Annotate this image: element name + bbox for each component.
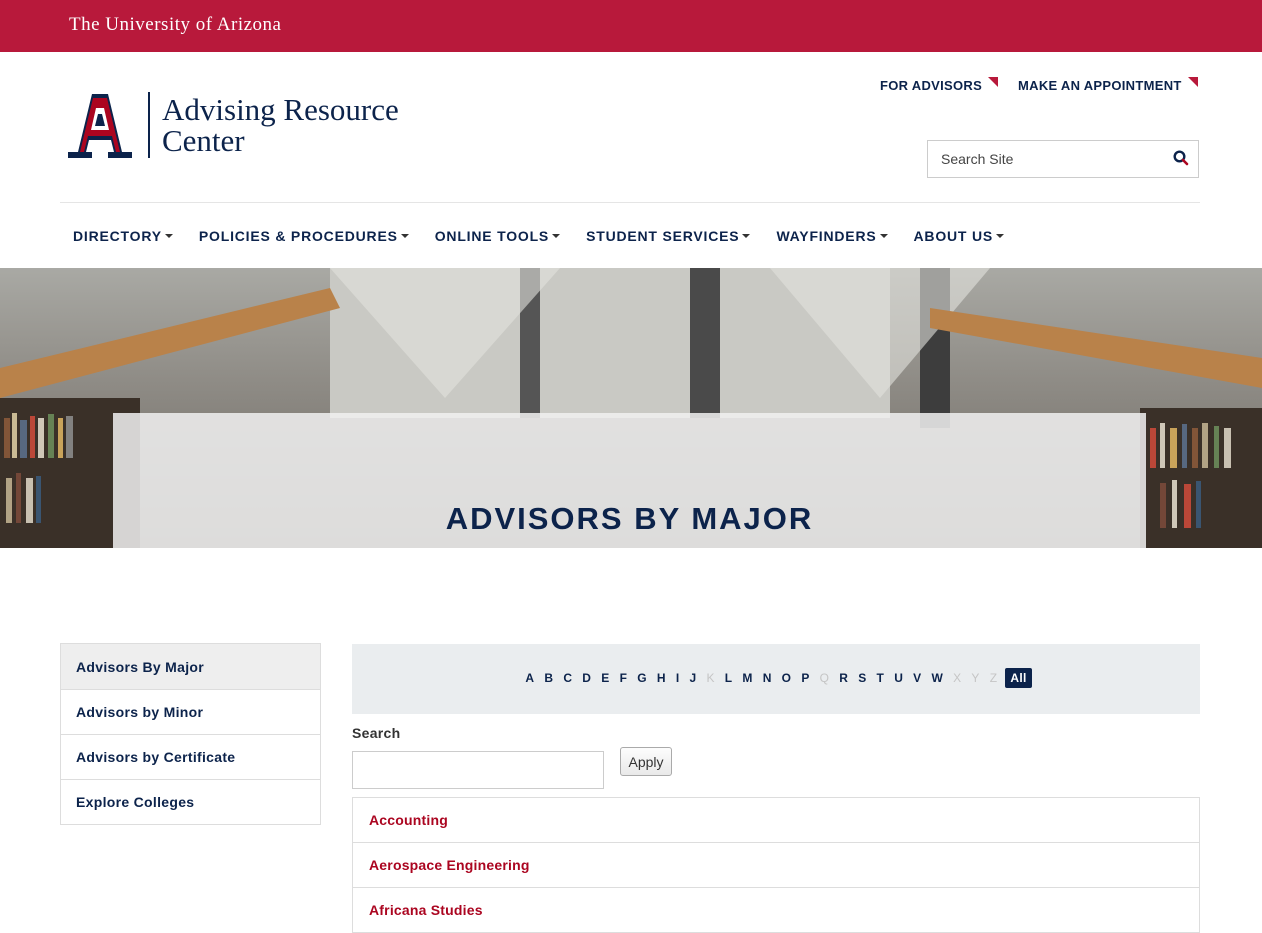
letter-o[interactable]: O (777, 671, 797, 685)
caret-down-icon (400, 233, 409, 238)
letter-all[interactable]: All (1005, 668, 1032, 688)
site-name: Advising Resource Center (162, 94, 399, 156)
nav-policies-procedures[interactable]: POLICIES & PROCEDURES (186, 203, 422, 268)
site-search-input[interactable]: Search Site (927, 140, 1199, 178)
corner-triangle-icon (1187, 77, 1198, 87)
letter-x: X (953, 671, 962, 685)
sidebar-item-advisors-by-certificate[interactable]: Advisors by Certificate (61, 734, 320, 779)
letter-c[interactable]: C (558, 671, 577, 685)
hero-title-box: ADVISORS BY MAJOR (113, 413, 1146, 548)
arizona-a-logo-icon (68, 94, 132, 158)
letter-b[interactable]: B (539, 671, 558, 685)
letter-a[interactable]: A (520, 671, 539, 685)
letter-l[interactable]: L (720, 671, 738, 685)
letter-i[interactable]: I (671, 671, 685, 685)
nav-label: DIRECTORY (73, 227, 162, 244)
letter-g[interactable]: G (632, 671, 652, 685)
sidebar-item-advisors-by-major[interactable]: Advisors By Major (61, 644, 320, 689)
letter-k: K (706, 671, 715, 685)
corner-triangle-icon (988, 77, 999, 87)
nav-student-services[interactable]: STUDENT SERVICES (573, 203, 763, 268)
caret-down-icon (996, 233, 1005, 238)
logo-divider (148, 92, 150, 158)
letter-u[interactable]: U (889, 671, 908, 685)
nav-about-us[interactable]: ABOUT US (901, 203, 1018, 268)
major-link[interactable]: Aerospace Engineering (353, 843, 1199, 888)
university-wordmark[interactable]: The University of Arizona (69, 14, 281, 36)
nav-label: WAYFINDERS (776, 227, 877, 244)
letter-n[interactable]: N (758, 671, 777, 685)
nav-label: ABOUT US (913, 227, 994, 244)
letter-h[interactable]: H (652, 671, 671, 685)
search-label: Search (352, 725, 401, 741)
page-title: ADVISORS BY MAJOR (445, 501, 814, 536)
caret-down-icon (742, 233, 751, 238)
letter-v[interactable]: V (908, 671, 926, 685)
alphabet-letters: A B C D E F G H I J K L M N O P Q R S T U V W X Y Z All (352, 668, 1200, 688)
for-advisors-label: FOR ADVISORS (880, 77, 983, 93)
for-advisors-link[interactable]: FOR ADVISORS (880, 76, 999, 94)
site-logo[interactable]: Advising Resource Center (62, 92, 422, 160)
letter-e[interactable]: E (596, 671, 614, 685)
sidebar-item-explore-colleges[interactable]: Explore Colleges (61, 779, 320, 824)
majors-list: Accounting Aerospace Engineering African… (352, 797, 1200, 933)
site-name-line2: Center (162, 123, 245, 158)
nav-label: ONLINE TOOLS (434, 227, 550, 244)
nav-online-tools[interactable]: ONLINE TOOLS (422, 203, 573, 268)
university-bar: The University of Arizona (0, 0, 1262, 52)
caret-down-icon (552, 233, 561, 238)
search-placeholder: Search Site (941, 151, 1014, 167)
caret-down-icon (879, 233, 888, 238)
apply-button[interactable]: Apply (620, 747, 672, 776)
letter-d[interactable]: D (577, 671, 596, 685)
site-name-line1: Advising Resource (162, 92, 399, 127)
major-link[interactable]: Africana Studies (353, 888, 1199, 933)
letter-y: Y (971, 671, 980, 685)
alphabet-filter: A B C D E F G H I J K L M N O P Q R S T U V W X Y Z All (352, 644, 1200, 714)
letter-r[interactable]: R (834, 671, 853, 685)
letter-p[interactable]: P (796, 671, 814, 685)
letter-q: Q (819, 671, 830, 685)
hero-banner: ADVISORS BY MAJOR (0, 268, 1262, 548)
major-link[interactable]: Accounting (353, 798, 1199, 843)
main-nav: DIRECTORY POLICIES & PROCEDURES ONLINE T… (60, 203, 1017, 268)
sidebar-menu: Advisors By Major Advisors by Minor Advi… (60, 643, 321, 825)
letter-j[interactable]: J (684, 671, 701, 685)
major-search-input[interactable] (352, 751, 604, 789)
letter-t[interactable]: T (872, 671, 890, 685)
letter-f[interactable]: F (615, 671, 633, 685)
letter-w[interactable]: W (926, 671, 948, 685)
letter-m[interactable]: M (737, 671, 757, 685)
make-appointment-label: MAKE AN APPOINTMENT (1018, 77, 1182, 93)
search-icon[interactable] (1173, 150, 1189, 166)
letter-z: Z (989, 671, 998, 685)
nav-label: STUDENT SERVICES (586, 227, 740, 244)
nav-wayfinders[interactable]: WAYFINDERS (763, 203, 900, 268)
nav-directory[interactable]: DIRECTORY (60, 203, 186, 268)
make-appointment-link[interactable]: MAKE AN APPOINTMENT (1018, 76, 1198, 94)
caret-down-icon (164, 233, 173, 238)
letter-s[interactable]: S (853, 671, 871, 685)
sidebar-item-advisors-by-minor[interactable]: Advisors by Minor (61, 689, 320, 734)
nav-label: POLICIES & PROCEDURES (198, 227, 398, 244)
